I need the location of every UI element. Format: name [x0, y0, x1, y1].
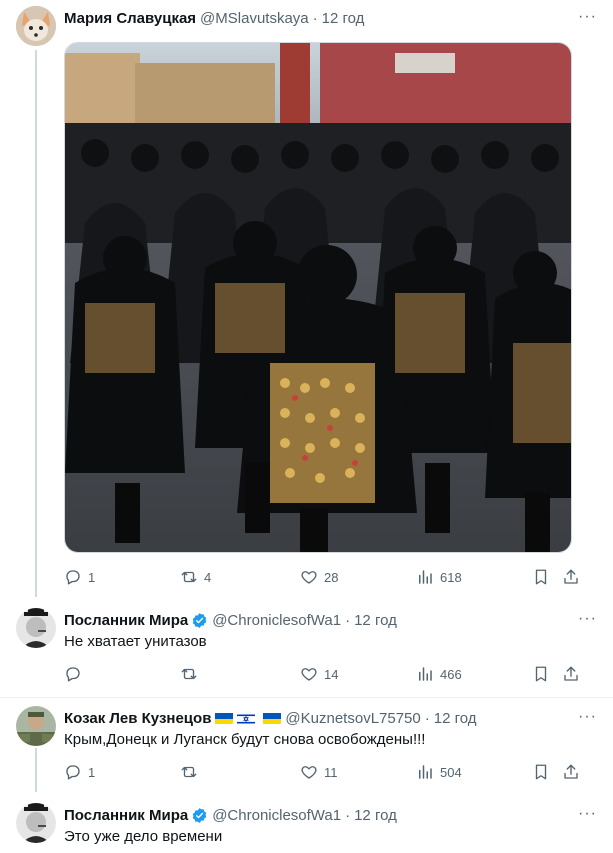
action-bar: 1 4 28 618 [64, 567, 584, 587]
views-count: 504 [440, 764, 462, 780]
author-name[interactable]: Козак Лев Кузнецов [64, 710, 211, 727]
bookmark-button[interactable] [532, 567, 550, 587]
share-icon [564, 764, 578, 779]
action-bar: 14 466 [64, 664, 584, 684]
like-button[interactable]: 28 [300, 567, 338, 587]
like-button[interactable]: 11 [300, 762, 338, 782]
author-handle[interactable]: @MSlavutskaya [200, 10, 309, 27]
tweet-header: Посланник Мира @ChroniclesofWa1 · 12 год [64, 805, 597, 825]
reply-count: 1 [88, 569, 96, 585]
more-options-icon[interactable]: ··· [567, 805, 597, 825]
reply-icon [66, 667, 80, 682]
bookmark-icon [535, 764, 547, 780]
more-options-icon[interactable]: ··· [567, 708, 597, 728]
separator-dot: · [424, 709, 430, 727]
verified-badge-icon [192, 807, 207, 823]
like-count: 11 [324, 764, 338, 780]
tweet-text: Не хватает унитазов [64, 633, 207, 650]
avatar-churchill[interactable] [16, 608, 56, 648]
tweet-header: Мария Славуцкая @MSlavutskaya · 12 год [64, 8, 597, 28]
reply-icon [66, 570, 80, 585]
share-button[interactable] [562, 664, 580, 684]
author-handle[interactable]: @ChroniclesofWa1 [212, 612, 341, 629]
separator-dot: · [312, 9, 318, 27]
views-icon [419, 765, 432, 779]
views-button[interactable]: 466 [416, 664, 462, 684]
retweet-icon [181, 571, 197, 583]
author-name[interactable]: Мария Славуцкая [64, 10, 196, 27]
author-handle[interactable]: @ChroniclesofWa1 [212, 807, 341, 824]
heart-icon [301, 571, 317, 584]
ukraine-flag-icon [215, 712, 234, 724]
retweet-button[interactable] [180, 664, 204, 684]
thread-line [35, 50, 37, 597]
views-button[interactable]: 504 [416, 762, 462, 782]
heart-icon [301, 766, 317, 779]
more-options-icon[interactable]: ··· [567, 610, 597, 630]
bookmark-icon [535, 666, 547, 682]
ukraine-flag-icon [263, 712, 282, 724]
tweet-header: Козак Лев Кузнецов @KuznetsovL75750 · 12… [64, 708, 597, 728]
tweet-divider [0, 697, 613, 698]
israel-flag-icon [237, 712, 256, 724]
reply-button[interactable]: 1 [64, 567, 95, 587]
more-options-icon[interactable]: ··· [567, 8, 597, 28]
views-icon [419, 667, 432, 681]
avatar-fox[interactable] [16, 6, 56, 46]
timestamp[interactable]: 12 год [354, 612, 397, 629]
heart-icon [301, 668, 317, 681]
avatar-soldier[interactable] [16, 706, 56, 746]
views-count: 466 [440, 666, 462, 682]
tweet-header: Посланник Мира @ChroniclesofWa1 · 12 год [64, 610, 597, 630]
like-count: 14 [324, 666, 339, 682]
retweet-button[interactable]: 4 [180, 567, 211, 587]
action-bar: 1 11 504 [64, 762, 584, 782]
retweet-button[interactable] [180, 762, 204, 782]
author-handle[interactable]: @KuznetsovL75750 [285, 710, 420, 727]
views-button[interactable]: 618 [416, 567, 462, 587]
share-icon [564, 666, 578, 681]
share-icon [564, 569, 578, 584]
reply-button[interactable] [64, 664, 88, 684]
share-button[interactable] [562, 567, 580, 587]
verified-badge-icon [192, 612, 207, 628]
share-button[interactable] [562, 762, 580, 782]
tweet-text: Крым,Донецк и Луганск будут снова освобо… [64, 731, 426, 748]
separator-dot: · [345, 806, 351, 824]
bookmark-button[interactable] [532, 762, 550, 782]
author-name[interactable]: Посланник Мира [64, 612, 188, 629]
retweet-count: 4 [204, 569, 212, 585]
timestamp[interactable]: 12 год [434, 710, 477, 727]
like-button[interactable]: 14 [300, 664, 338, 684]
retweet-icon [181, 668, 197, 680]
reply-button[interactable]: 1 [64, 762, 95, 782]
views-count: 618 [440, 569, 462, 585]
reply-icon [66, 765, 80, 780]
timestamp[interactable]: 12 год [322, 10, 365, 27]
bookmark-icon [535, 569, 547, 585]
bookmark-button[interactable] [532, 664, 550, 684]
timestamp[interactable]: 12 год [354, 807, 397, 824]
like-count: 28 [324, 569, 339, 585]
separator-dot: · [345, 611, 351, 629]
reply-count: 1 [88, 764, 96, 780]
retweet-icon [181, 766, 197, 778]
author-name[interactable]: Посланник Мира [64, 807, 188, 824]
tweet-image[interactable] [64, 42, 572, 553]
views-icon [419, 570, 432, 584]
tweet-text: Это уже дело времени [64, 828, 223, 845]
avatar-churchill[interactable] [16, 803, 56, 843]
thread-line [35, 748, 37, 792]
